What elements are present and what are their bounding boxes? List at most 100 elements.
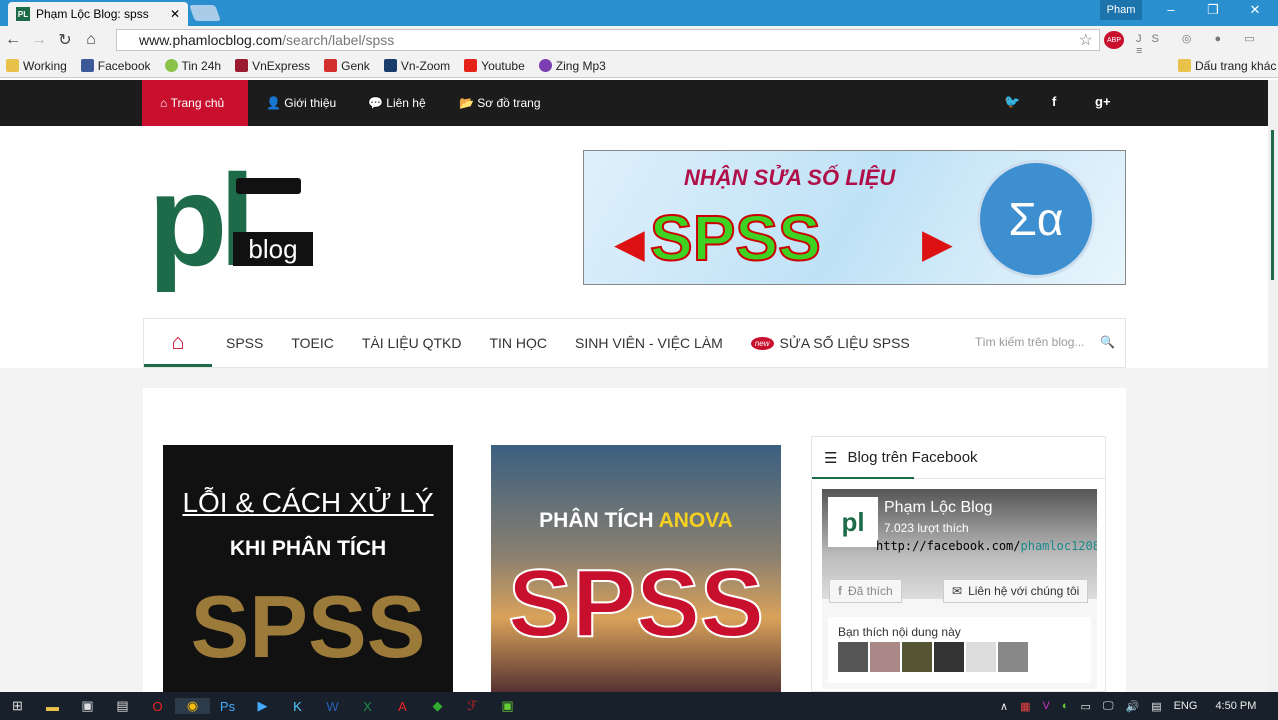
chrome-icon[interactable]: ◉ (175, 698, 210, 714)
opera-icon[interactable]: O (140, 699, 175, 714)
reload-icon[interactable]: ↻ (52, 30, 78, 50)
bookmark-vnexpress[interactable]: VnExpress (235, 59, 310, 73)
other-bookmarks[interactable]: Dấu trang khác (1178, 59, 1276, 73)
fb-page-card[interactable]: pl Phạm Lộc Blog 7.023 lượt thích http:/… (822, 489, 1097, 689)
search-icon[interactable]: 🔍 (1100, 335, 1115, 349)
bookmark-youtube[interactable]: Youtube (464, 59, 525, 73)
menu-spss[interactable]: SPSS (212, 319, 277, 367)
camtasia-icon[interactable]: ▣ (490, 698, 525, 714)
language-indicator[interactable]: ENG (1174, 700, 1198, 712)
tray-app-icon[interactable]: ▦ (1020, 700, 1030, 713)
contact-button[interactable]: ✉ Liên hệ với chúng tôi (943, 579, 1089, 603)
bookmark-working[interactable]: Working (6, 59, 67, 73)
search-input[interactable]: Tìm kiếm trên blog... 🔍 (975, 335, 1115, 349)
close-tab-icon[interactable]: ✕ (170, 7, 180, 21)
youtube-icon (464, 59, 478, 72)
notepad-icon[interactable]: ▤ (105, 698, 140, 714)
new-tab-button[interactable] (189, 5, 221, 21)
file-explorer-icon[interactable]: ▬ (35, 699, 70, 714)
bookmark-label: Genk (341, 58, 370, 73)
menu-sua-so-lieu[interactable]: new SỬA SỐ LIỆU SPSS (737, 319, 924, 367)
friend-avatar[interactable] (934, 642, 964, 672)
bookmark-label: Working (23, 58, 67, 73)
back-icon[interactable]: ← (0, 31, 26, 49)
spss-banner[interactable]: NHẬN SỬA SỐ LIỆU ◀ SPSS ▶ Σα (583, 150, 1126, 285)
minimize-icon[interactable]: – (1156, 2, 1186, 17)
friend-avatar[interactable] (870, 642, 900, 672)
browser-tab[interactable]: PL Phạm Lộc Blog: spss ✕ (8, 2, 188, 26)
nav-label: Sơ đồ trang (477, 96, 541, 110)
fb-page-name[interactable]: Phạm Lộc Blog (884, 499, 993, 517)
favicon-icon: PL (16, 7, 30, 21)
bookmark-vnzoom[interactable]: Vn-Zoom (383, 59, 450, 73)
app-icon[interactable]: ℱ (455, 698, 490, 714)
adblock-icon[interactable]: ABP (1104, 31, 1124, 49)
nav-contact[interactable]: 💬 Liên hệ (350, 80, 444, 126)
bookmark-label: Facebook (97, 58, 151, 73)
facebook-icon[interactable]: f (1052, 94, 1056, 109)
folder-icon (1178, 59, 1191, 72)
idm-icon[interactable]: ◐ (1062, 700, 1069, 712)
arrow-left-icon: ◀ (614, 222, 645, 266)
network-icon[interactable]: 🖵 (1103, 700, 1114, 713)
vnzoom-icon (383, 59, 397, 72)
bookmark-genk[interactable]: Genk (324, 59, 370, 73)
menu-tin-hoc[interactable]: TIN HỌC (475, 319, 561, 367)
post-thumbnail[interactable]: LỖI & CÁCH XỬ LÝ KHI PHÂN TÍCH SPSS (163, 445, 453, 692)
url-host: www.phamlocblog.com (139, 32, 283, 48)
friends-like-box: Bạn thích nội dung này (828, 617, 1091, 683)
acrobat-icon[interactable]: A (385, 699, 420, 714)
close-window-icon[interactable]: ✕ (1240, 2, 1270, 18)
home-icon[interactable]: ⌂ (144, 319, 212, 367)
facebook-widget: ☰ Blog trên Facebook pl Phạm Lộc Blog 7.0… (811, 436, 1106, 692)
nav-home[interactable]: ⌂ Trang chủ (142, 80, 248, 126)
post-thumbnail[interactable]: PHÂN TÍCH ANOVA SPSS (491, 445, 781, 692)
bookmark-tin24h[interactable]: Tin 24h (164, 59, 221, 73)
post-line: LỖI & CÁCH XỬ LÝ (182, 487, 434, 518)
tab-strip: PL Phạm Lộc Blog: spss ✕ Pham – ❐ ✕ (0, 0, 1278, 26)
friend-avatar[interactable] (902, 642, 932, 672)
friend-avatar[interactable] (966, 642, 996, 672)
liked-button[interactable]: f Đã thích (829, 579, 902, 603)
friend-avatar[interactable] (838, 642, 868, 672)
windows-start-icon[interactable]: ⊞ (0, 698, 35, 714)
forward-icon[interactable]: → (26, 31, 52, 49)
chevron-up-icon[interactable]: ∧ (1000, 700, 1008, 713)
url-path: /search/label/spss (282, 32, 395, 48)
volume-icon[interactable]: 🔊 (1125, 700, 1139, 713)
address-bar[interactable]: www.phamlocblog.com/search/label/spss ☆ (116, 29, 1100, 51)
google-plus-icon[interactable]: g+ (1095, 94, 1111, 109)
photoshop-icon[interactable]: Ps (210, 699, 245, 714)
button-label: Liên hệ với chúng tôi (968, 584, 1080, 598)
banner-title: NHẬN SỬA SỐ LIỆU (684, 165, 896, 190)
menu-sinh-vien[interactable]: SINH VIÊN - VIỆC LÀM (561, 319, 737, 367)
app-icon[interactable]: ◆ (420, 698, 455, 714)
menu-toeic[interactable]: TOEIC (277, 319, 348, 367)
clock[interactable]: 4:50 PM (1215, 700, 1256, 712)
profile-button[interactable]: Pham (1100, 0, 1142, 20)
restore-icon[interactable]: ❐ (1198, 2, 1228, 18)
bookmark-facebook[interactable]: Facebook (80, 58, 151, 73)
friend-avatar[interactable] (998, 642, 1028, 672)
excel-icon[interactable]: X (350, 699, 385, 714)
bookmark-zingmp3[interactable]: Zing Mp3 (538, 59, 606, 73)
menu-tai-lieu[interactable]: TÀI LIỆU QTKD (348, 319, 476, 367)
system-tray: ∧ ▦ V ◐ ▭ 🖵 🔊 ▤ ENG 4:50 PM (1000, 700, 1256, 713)
nav-about[interactable]: 👤 Giới thiệu (248, 80, 354, 126)
media-player-icon[interactable]: ▶ (245, 698, 280, 714)
site-logo[interactable]: pl blog (148, 150, 318, 295)
home-icon[interactable]: ⌂ (78, 31, 104, 49)
app-icon[interactable]: K (280, 699, 315, 714)
nav-label: Liên hệ (386, 96, 426, 110)
battery-icon[interactable]: ▭ (1080, 700, 1090, 713)
twitter-icon[interactable]: 🐦 (1004, 94, 1020, 110)
nav-sitemap[interactable]: 📂 Sơ đồ trang (441, 80, 559, 126)
button-label: Đã thích (848, 584, 893, 598)
tray-app-icon[interactable]: V (1042, 700, 1049, 712)
scrollbar-thumb[interactable] (1271, 130, 1274, 280)
post-line: SPSS (190, 577, 426, 676)
app-icon[interactable]: ▣ (70, 698, 105, 714)
word-icon[interactable]: W (315, 699, 350, 714)
bookmark-star-icon[interactable]: ☆ (1079, 30, 1093, 50)
notification-icon[interactable]: ▤ (1151, 700, 1161, 713)
